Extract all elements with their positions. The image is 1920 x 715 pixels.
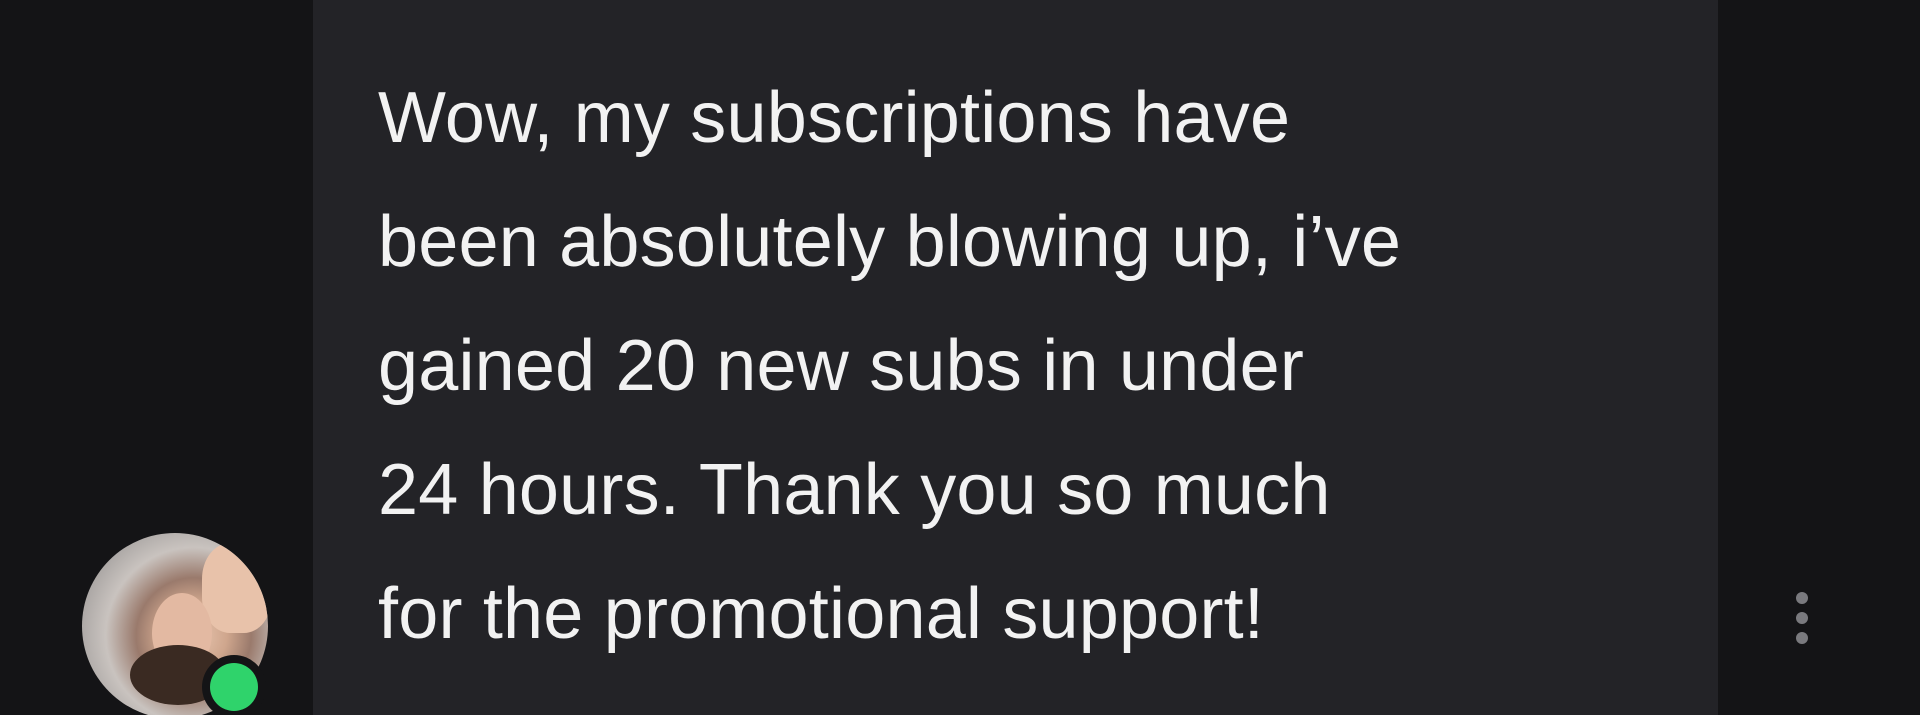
message-line: 24 hours. Thank you so much [378,450,1331,530]
chat-screen: Wow, my subscriptions have been absolute… [0,0,1920,715]
message-options-button[interactable] [1782,590,1822,670]
message-line: been absolutely blowing up, i’ve [378,202,1402,282]
online-status-indicator [210,663,258,711]
avatar-photo-detail [202,543,268,633]
message-line: for the promotional support! [378,574,1265,654]
ellipsis-dot [1796,592,1808,604]
ellipsis-dot [1796,632,1808,644]
message-line: Wow, my subscriptions have [378,78,1291,158]
message-text: Wow, my subscriptions have been absolute… [378,56,1678,676]
ellipsis-dot [1796,612,1808,624]
message-line: gained 20 new subs in under [378,326,1305,406]
